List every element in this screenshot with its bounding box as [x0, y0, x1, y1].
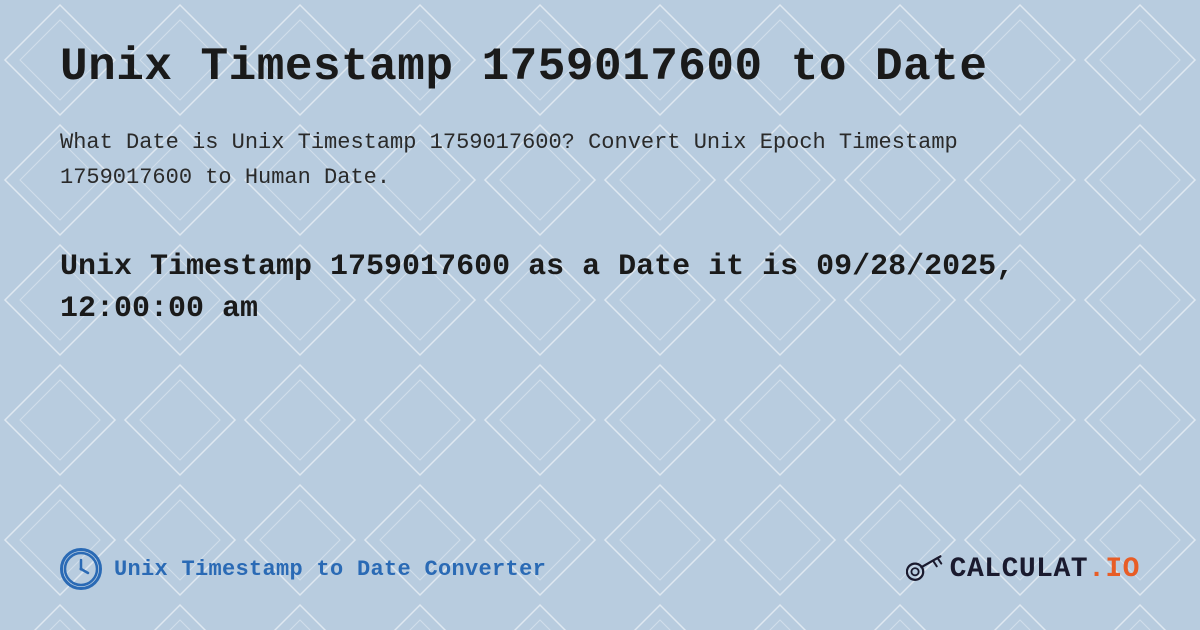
- footer-link-text[interactable]: Unix Timestamp to Date Converter: [114, 557, 546, 582]
- logo-icon: [906, 550, 944, 588]
- logo-dot-io: .IO: [1088, 554, 1140, 585]
- footer-link[interactable]: Unix Timestamp to Date Converter: [60, 548, 546, 590]
- result-section: Unix Timestamp 1759017600 as a Date it i…: [60, 246, 1140, 330]
- clock-icon: [60, 548, 102, 590]
- calculat-logo[interactable]: CALCULAT.IO: [906, 550, 1140, 588]
- logo-calc-part: CALCULAT: [950, 554, 1088, 585]
- logo-text: CALCULAT.IO: [950, 554, 1140, 585]
- result-text: Unix Timestamp 1759017600 as a Date it i…: [60, 246, 1040, 330]
- footer: Unix Timestamp to Date Converter: [60, 538, 1140, 590]
- page-title: Unix Timestamp 1759017600 to Date: [60, 40, 1140, 95]
- page-description: What Date is Unix Timestamp 1759017600? …: [60, 125, 960, 195]
